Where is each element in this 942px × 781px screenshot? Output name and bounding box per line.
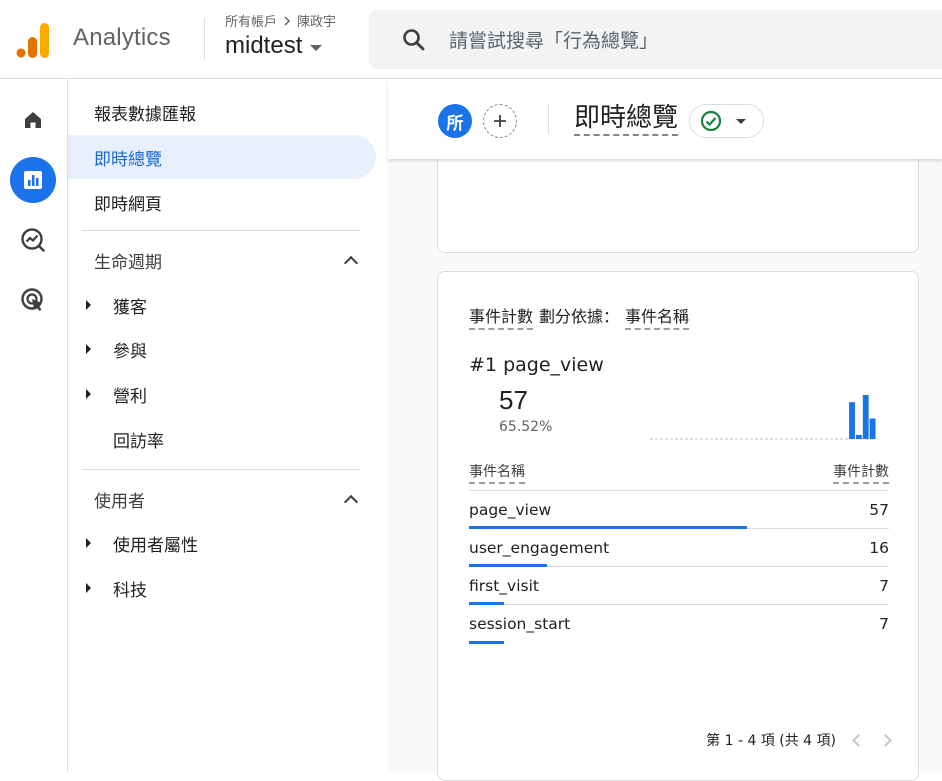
row-event-count: 7	[879, 615, 889, 633]
table-row[interactable]: user_engagement 16	[469, 529, 889, 567]
nav-acquisition-label: 獲客	[113, 297, 147, 318]
chevron-left-icon[interactable]	[852, 733, 865, 747]
section-lifecycle-label: 生命週期	[94, 253, 162, 273]
sparkline-chart	[650, 395, 876, 440]
nav-engagement-label: 參與	[113, 341, 147, 362]
top-event-name: page_view	[503, 354, 604, 376]
home-icon[interactable]	[10, 97, 56, 143]
sidebar-divider	[82, 469, 360, 470]
card-title: 事件計數 劃分依據： 事件名稱	[469, 303, 690, 330]
header-divider	[204, 18, 205, 60]
chevron-right-icon[interactable]	[879, 733, 892, 747]
pagination: 第 1 - 4 項 (共 4 項)	[706, 730, 892, 750]
nav-monetization-label: 營利	[113, 386, 147, 407]
comparison-chip[interactable]: 所	[438, 104, 472, 138]
breadcrumb[interactable]: 所有帳戶 陳政宇	[225, 11, 336, 30]
card-title-dimension[interactable]: 事件名稱	[625, 303, 690, 330]
main-content: 所 即時總覽 事件計數 劃分依據： 事件名稱 #1 page_view 57 6	[388, 79, 942, 781]
row-share-bar	[469, 641, 504, 644]
section-lifecycle[interactable]: 生命週期	[94, 248, 360, 273]
expand-arrow-icon	[86, 538, 91, 548]
table-header: 事件名稱 事件計數	[469, 458, 889, 491]
expand-arrow-icon	[86, 583, 91, 593]
sidebar-divider	[82, 230, 360, 231]
nav-acquisition[interactable]: 獲客	[68, 285, 147, 325]
nav-tech-label: 科技	[113, 580, 147, 601]
caret-down-icon	[310, 45, 323, 51]
row-event-name: user_engagement	[469, 538, 610, 557]
top-event: #1 page_view	[469, 354, 604, 376]
row-event-count: 16	[869, 538, 889, 557]
search-bar[interactable]: 請嘗試搜尋「行為總覽」	[369, 10, 942, 69]
top-header: Analytics 所有帳戶 陳政宇 midtest 請嘗試搜尋「行為總覽」	[0, 0, 942, 79]
event-count-card: 事件計數 劃分依據： 事件名稱 #1 page_view 57 65.52% 事…	[437, 271, 919, 781]
search-icon	[403, 28, 425, 50]
search-placeholder: 請嘗試搜尋「行為總覽」	[449, 30, 659, 52]
expand-arrow-icon	[86, 389, 91, 399]
app-name: Analytics	[73, 24, 171, 51]
check-circle-icon	[700, 110, 722, 132]
nav-monetization[interactable]: 營利	[68, 374, 147, 414]
row-event-name: session_start	[469, 615, 571, 633]
nav-user-attributes[interactable]: 使用者屬性	[68, 523, 198, 563]
sparkline-bar	[862, 395, 869, 439]
section-user[interactable]: 使用者	[94, 487, 360, 512]
chevron-up-icon[interactable]	[343, 494, 359, 510]
sparkline-bar	[849, 402, 855, 439]
event-table: 事件名稱 事件計數 page_view 57 user_engagement 1…	[469, 458, 889, 644]
expand-arrow-icon	[86, 300, 91, 310]
page-toolbar: 所 即時總覽	[388, 79, 942, 159]
top-event-rank: #1	[469, 354, 498, 376]
table-row[interactable]: page_view 57	[469, 491, 889, 529]
analytics-logo-icon[interactable]	[16, 22, 50, 58]
nav-user-attributes-label: 使用者屬性	[113, 535, 198, 556]
plus-icon	[494, 115, 506, 127]
sparkline-bar	[855, 434, 862, 439]
expand-arrow-icon	[86, 344, 91, 354]
add-comparison-button[interactable]	[483, 104, 517, 138]
explore-icon[interactable]	[10, 217, 56, 263]
col-event-count[interactable]: 事件計數	[833, 461, 889, 484]
reports-icon[interactable]	[10, 157, 56, 203]
nav-realtime-pages[interactable]: 即時網頁	[68, 180, 376, 224]
property-selector[interactable]: midtest	[225, 32, 323, 60]
row-event-name: page_view	[469, 500, 552, 519]
table-row[interactable]: session_start 7	[469, 605, 889, 644]
col-event-name[interactable]: 事件名稱	[469, 461, 525, 484]
nav-reports-snapshot[interactable]: 報表數據匯報	[68, 90, 376, 134]
chevron-right-icon	[284, 15, 291, 26]
advertising-icon[interactable]	[10, 277, 56, 323]
nav-retention[interactable]: 回訪率	[68, 419, 164, 459]
top-event-value: 57	[499, 385, 528, 415]
page-title: 即時總覽	[574, 103, 679, 136]
nav-tech[interactable]: 科技	[68, 568, 147, 608]
nav-engagement[interactable]: 參與	[68, 329, 147, 369]
section-user-label: 使用者	[94, 492, 145, 512]
top-event-percent: 65.52%	[499, 419, 553, 435]
card-title-metric[interactable]: 事件計數	[469, 303, 534, 330]
reports-sidebar: 報表數據匯報 即時總覽 即時網頁 生命週期 獲客 參與 營利 回訪率 使用者 使…	[68, 79, 388, 772]
pagination-label: 第 1 - 4 項 (共 4 項)	[706, 733, 836, 749]
breadcrumb-account[interactable]: 所有帳戶	[225, 11, 277, 30]
table-row[interactable]: first_visit 7	[469, 567, 889, 605]
chevron-up-icon[interactable]	[343, 255, 359, 271]
nav-retention-label: 回訪率	[113, 431, 164, 452]
nav-realtime-overview[interactable]: 即時總覽	[68, 135, 376, 179]
property-name: midtest	[225, 32, 303, 59]
row-event-count: 57	[869, 500, 889, 519]
row-event-name: first_visit	[469, 576, 539, 595]
breadcrumb-user[interactable]: 陳政宇	[297, 11, 336, 30]
toolbar-divider	[548, 104, 549, 134]
nav-rail	[0, 79, 68, 772]
status-dropdown[interactable]	[689, 104, 764, 138]
row-event-count: 7	[879, 576, 889, 595]
caret-down-icon	[736, 118, 746, 124]
sparkline-bar	[869, 418, 876, 439]
card-title-by: 劃分依據：	[539, 307, 620, 326]
